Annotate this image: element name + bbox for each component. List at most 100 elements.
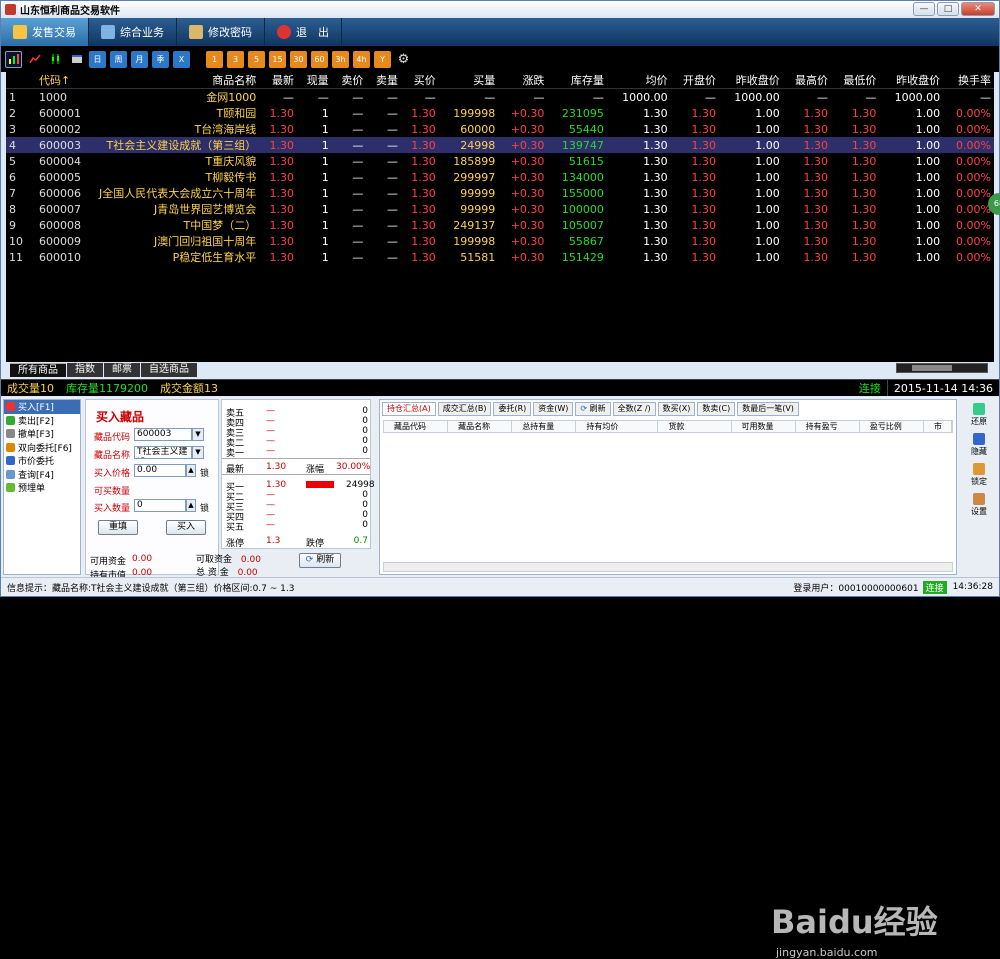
quote-row[interactable]: 11 600010 P稳定低生育水平 1.30 1 — — 1.30 51581 +0.30 151… [6, 249, 994, 265]
tab-orders[interactable]: 委托(R) [493, 402, 532, 416]
period-30-button[interactable]: 30 [290, 50, 307, 68]
name-field[interactable]: T社会主义建设 [134, 446, 192, 459]
period-3-button[interactable]: 3 [227, 50, 244, 68]
qty-lock[interactable]: 锁 [200, 501, 209, 514]
column-header[interactable]: 代码↑ [36, 72, 96, 89]
quote-row[interactable]: 8 600007 J青岛世界园艺博览会 1.30 1 — — 1.30 99999 +0.30 10… [6, 201, 994, 217]
qty-last-button[interactable]: 数最后一笔(V) [737, 402, 799, 416]
period-15-button[interactable]: 15 [269, 50, 286, 68]
period-week-button[interactable]: 周 [110, 50, 127, 68]
period-quarter-button[interactable]: 季 [152, 50, 169, 68]
line-chart-icon[interactable] [26, 51, 43, 68]
tab-funds[interactable]: 资金(W) [533, 402, 574, 416]
nav-query[interactable]: 查询[F4] [4, 468, 80, 482]
nav-preset[interactable]: 预埋单 [4, 481, 80, 495]
settings-button[interactable]: 设置 [963, 493, 995, 517]
quote-row[interactable]: 2 600001 T颐和园 1.30 1 — — 1.30 199998 +0.30 231095 1… [6, 105, 994, 121]
column-header[interactable]: 昨收盘价 [718, 72, 783, 89]
positions-column-header[interactable]: 市 [924, 421, 952, 432]
price-stepper[interactable]: ▲ [186, 464, 196, 477]
candlestick-icon[interactable] [47, 51, 64, 68]
quote-row[interactable]: 7 600006 J全国人民代表大会成立六十周年 1.30 1 — — 1.30 99999 +0… [6, 185, 994, 201]
tab-all-goods[interactable]: 所有商品 [10, 363, 66, 377]
price-lock[interactable]: 锁 [200, 466, 209, 479]
positions-column-header[interactable]: 持有盈亏 [796, 421, 860, 432]
restore-button[interactable]: 还原 [963, 403, 995, 427]
qty-stepper[interactable]: ▲ [186, 499, 196, 512]
funds-refresh-button[interactable]: ⟳ 刷新 [299, 553, 341, 568]
positions-column-header[interactable]: 总持有量 [512, 421, 577, 432]
gear-icon[interactable]: ⚙ [395, 51, 412, 68]
column-header[interactable]: 涨跌 [498, 72, 548, 89]
tab-index[interactable]: 指数 [67, 363, 103, 377]
bar-chart-icon[interactable] [5, 50, 22, 68]
positions-refresh-button[interactable]: ⟳ 刷新 [575, 402, 611, 416]
menu-general-business[interactable]: 综合业务 [89, 18, 177, 46]
column-header[interactable]: 最高价 [782, 72, 832, 89]
qty-buy-button[interactable]: 数买(X) [657, 402, 696, 416]
period-year-button[interactable]: Y [374, 50, 391, 68]
minimize-button[interactable]: — [913, 2, 935, 16]
name-dropdown[interactable]: ▼ [192, 446, 204, 459]
positions-column-header[interactable]: 持有均价 [576, 421, 659, 432]
menu-sale-trade[interactable]: 发售交易 [1, 18, 89, 46]
column-header[interactable] [6, 72, 36, 89]
period-60-button[interactable]: 60 [311, 50, 328, 68]
close-button[interactable]: ✕ [961, 2, 995, 16]
period-month-button[interactable]: 月 [131, 50, 148, 68]
quote-row[interactable]: 10 600009 J澳门回归祖国十周年 1.30 1 — — 1.30 199998 +0.30… [6, 233, 994, 249]
reset-button[interactable]: 重填 [98, 520, 138, 535]
column-header[interactable]: 买价 [401, 72, 439, 89]
positions-column-header[interactable]: 藏品名称 [448, 421, 513, 432]
column-header[interactable]: 最新 [259, 72, 298, 89]
menu-exit[interactable]: 退 出 [265, 18, 342, 46]
period-4h-button[interactable]: 4h [353, 50, 370, 68]
table-icon[interactable] [68, 51, 85, 68]
column-header[interactable]: 卖量 [366, 72, 402, 89]
nav-buy[interactable]: 买入[F1] [4, 400, 80, 414]
full-qty-button[interactable]: 全数(Z /) [612, 402, 656, 416]
grid-horizontal-scrollbar[interactable] [896, 363, 988, 373]
column-header[interactable]: 开盘价 [670, 72, 719, 89]
column-header[interactable]: 现量 [297, 72, 332, 89]
nav-market-order[interactable]: 市价委托 [4, 454, 80, 468]
period-1-button[interactable]: 1 [206, 50, 223, 68]
positions-column-header[interactable]: 藏品代码 [384, 421, 449, 432]
quote-row[interactable]: 4 600003 T社会主义建设成就（第三组） 1.30 1— —1.30 24998 +0.… [6, 137, 994, 153]
maximize-button[interactable]: □ [937, 2, 959, 16]
column-header[interactable]: 均价 [606, 72, 671, 89]
column-header[interactable]: 昨收盘价 [879, 72, 944, 89]
period-5-button[interactable]: 5 [248, 50, 265, 68]
column-header[interactable]: 库存量 [547, 72, 607, 89]
tab-watchlist[interactable]: 自选商品 [141, 363, 197, 377]
period-x-button[interactable]: X [173, 50, 190, 68]
column-header[interactable]: 商品名称 [96, 72, 260, 89]
tab-position-summary[interactable]: 持仓汇总(A) [382, 402, 436, 416]
column-header[interactable]: 买量 [438, 72, 499, 89]
column-header[interactable]: 最低价 [831, 72, 880, 89]
positions-column-header[interactable]: 货款 [658, 421, 732, 432]
qty-sell-button[interactable]: 数卖(C) [697, 402, 736, 416]
column-header[interactable]: 换手率 [943, 72, 994, 89]
quote-row[interactable]: 5 600004 T重庆风貌 1.30 1 — — 1.30 185899 +0.30 51615 1… [6, 153, 994, 169]
menu-change-password[interactable]: 修改密码 [177, 18, 265, 46]
quote-row[interactable]: 6 600005 T柳毅传书 1.30 1 — — 1.30 299997 +0.30 134000… [6, 169, 994, 185]
quote-row[interactable]: 1 1000 金网1000 — — — — — — — — 1000.00 — 1000.00 — — 1000… [6, 89, 994, 106]
positions-scrollbar[interactable] [383, 562, 953, 572]
qty-field[interactable]: 0 [134, 499, 186, 512]
tab-stamps[interactable]: 邮票 [104, 363, 140, 377]
nav-two-way[interactable]: 双向委托[F6] [4, 441, 80, 455]
positions-column-header[interactable]: 可用数量 [732, 421, 796, 432]
hide-button[interactable]: 隐藏 [963, 433, 995, 457]
quote-row[interactable]: 3 600002 T台湾海岸线 1.30 1 — — 1.30 60000 +0.30 55440 1… [6, 121, 994, 137]
column-header[interactable]: 卖价 [331, 72, 367, 89]
tab-deal-summary[interactable]: 成交汇总(B) [437, 402, 492, 416]
lock-button[interactable]: 锁定 [963, 463, 995, 487]
nav-cancel[interactable]: 撤单[F3] [4, 427, 80, 441]
period-day-button[interactable]: 日 [89, 50, 106, 68]
nav-sell[interactable]: 卖出[F2] [4, 414, 80, 428]
code-dropdown[interactable]: ▼ [192, 428, 204, 441]
code-field[interactable]: 600003 [134, 428, 192, 441]
positions-column-header[interactable]: 盈亏比例 [860, 421, 924, 432]
quote-row[interactable]: 9 600008 T中国梦（二） 1.30 1 — — 1.30 249137 +0.30 1050… [6, 217, 994, 233]
